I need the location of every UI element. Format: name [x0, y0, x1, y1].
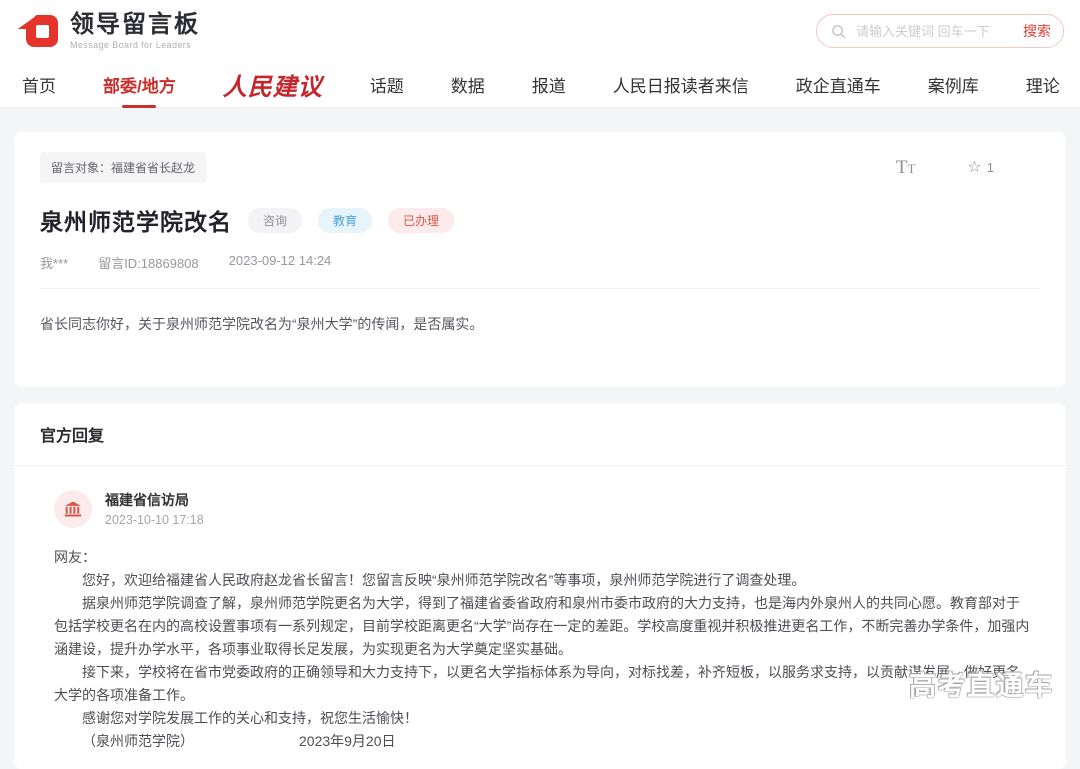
message-meta: 我*** 留言ID:18869808 2023-09-12 14:24: [40, 253, 1040, 289]
reply-signature: （泉州师范学院）: [82, 733, 194, 749]
reply-time: 2023-10-10 17:18: [105, 513, 204, 528]
reply-signature-row: （泉州师范学院） 2023年9月20日: [54, 730, 1030, 753]
site-logo[interactable]: 领导留言板 Message Board for Leaders: [18, 10, 200, 52]
reply-body: 网友： 您好，欢迎给福建省人民政府赵龙省长留言！您留言反映“泉州师范学院改名”等…: [54, 546, 1036, 753]
nav-item[interactable]: 话题: [370, 62, 404, 108]
nav-item[interactable]: 报道: [532, 62, 566, 108]
nav-item[interactable]: 人民建议: [223, 62, 323, 108]
star-count: 1: [986, 160, 994, 175]
nav-item[interactable]: 首页: [22, 62, 56, 108]
reply-paragraph: 接下来，学校将在省市党委政府的正确领导和大力支持下，以更名大学指标体系为导向，对…: [54, 664, 1020, 703]
top-header: 领导留言板 Message Board for Leaders 搜索: [0, 0, 1080, 62]
avatar: [54, 490, 92, 528]
official-reply-heading: 官方回复: [14, 403, 1066, 466]
reply-item: 福建省信访局 2023-10-10 17:18 网友： 您好，欢迎给福建省人民政…: [14, 466, 1066, 753]
message-board-logo-icon: [18, 10, 60, 52]
site-title: 领导留言板: [70, 10, 200, 38]
nav-item[interactable]: 数据: [451, 62, 485, 108]
nav-item[interactable]: 人民日报读者来信: [613, 62, 749, 108]
search-button[interactable]: 搜索: [1023, 21, 1051, 41]
nav-item[interactable]: 政企直通车: [796, 62, 881, 108]
reply-salutation: 网友：: [54, 549, 96, 565]
message-tags: 咨询 教育 已办理: [248, 207, 455, 233]
reply-agency-name: 福建省信访局: [105, 491, 189, 508]
message-tag: 咨询: [248, 207, 303, 233]
search-input[interactable]: [854, 22, 1015, 40]
site-subtitle: Message Board for Leaders: [70, 39, 192, 50]
reply-paragraph: 您好，欢迎给福建省人民政府赵龙省长留言！您留言反映“泉州师范学院改名”等事项，泉…: [82, 572, 806, 588]
message-id: 留言ID:18869808: [98, 256, 199, 271]
watermark: 高考直通车: [909, 671, 1054, 701]
government-building-icon: [64, 501, 82, 517]
nav-item[interactable]: 案例库: [928, 62, 979, 108]
message-title: 泉州师范学院改名: [40, 209, 232, 235]
search-icon: [832, 24, 846, 38]
font-size-icon[interactable]: Tt: [896, 157, 916, 179]
reply-paragraph: 感谢您对学院发展工作的关心和支持，祝您生活愉快！: [82, 710, 418, 726]
message-author: 我***: [40, 256, 69, 271]
reply-paragraph: 据泉州师范学院调查了解，泉州师范学院更名为大学，得到了福建省委省政府和泉州市委市…: [54, 595, 1030, 657]
nav-item[interactable]: 部委/地方: [103, 62, 176, 108]
message-tag: 已办理: [388, 207, 455, 233]
message-time: 2023-09-12 14:24: [228, 253, 332, 268]
nav-item[interactable]: 理论: [1026, 62, 1060, 108]
favorite-button[interactable]: ☆ 1: [967, 158, 994, 176]
message-tag: 教育: [318, 207, 373, 233]
message-card: 留言对象：福建省省长赵龙 Tt ☆ 1 泉州师范学院改名 咨询 教育 已办理 我…: [14, 132, 1066, 387]
reply-paragraphs: 您好，欢迎给福建省人民政府赵龙省长留言！您留言反映“泉州师范学院改名”等事项，泉…: [54, 569, 1030, 730]
main-nav: 首页 部委/地方 人民建议 话题 数据 报道 人民日报读者来信 政企直通车 案例…: [0, 62, 1080, 108]
search-box[interactable]: 搜索: [816, 14, 1064, 48]
official-reply-card: 官方回复 福建省信访局 2023-10-10 17:18 网友： 您好，欢迎给福…: [14, 403, 1066, 769]
reply-signature-date: 2023年9月20日: [299, 733, 396, 749]
message-target-tag: 留言对象：福建省省长赵龙: [40, 152, 207, 183]
message-body: 省长同志你好，关于泉州师范学院改名为“泉州大学”的传闻，是否属实。: [40, 316, 484, 332]
star-icon: ☆: [967, 158, 982, 176]
